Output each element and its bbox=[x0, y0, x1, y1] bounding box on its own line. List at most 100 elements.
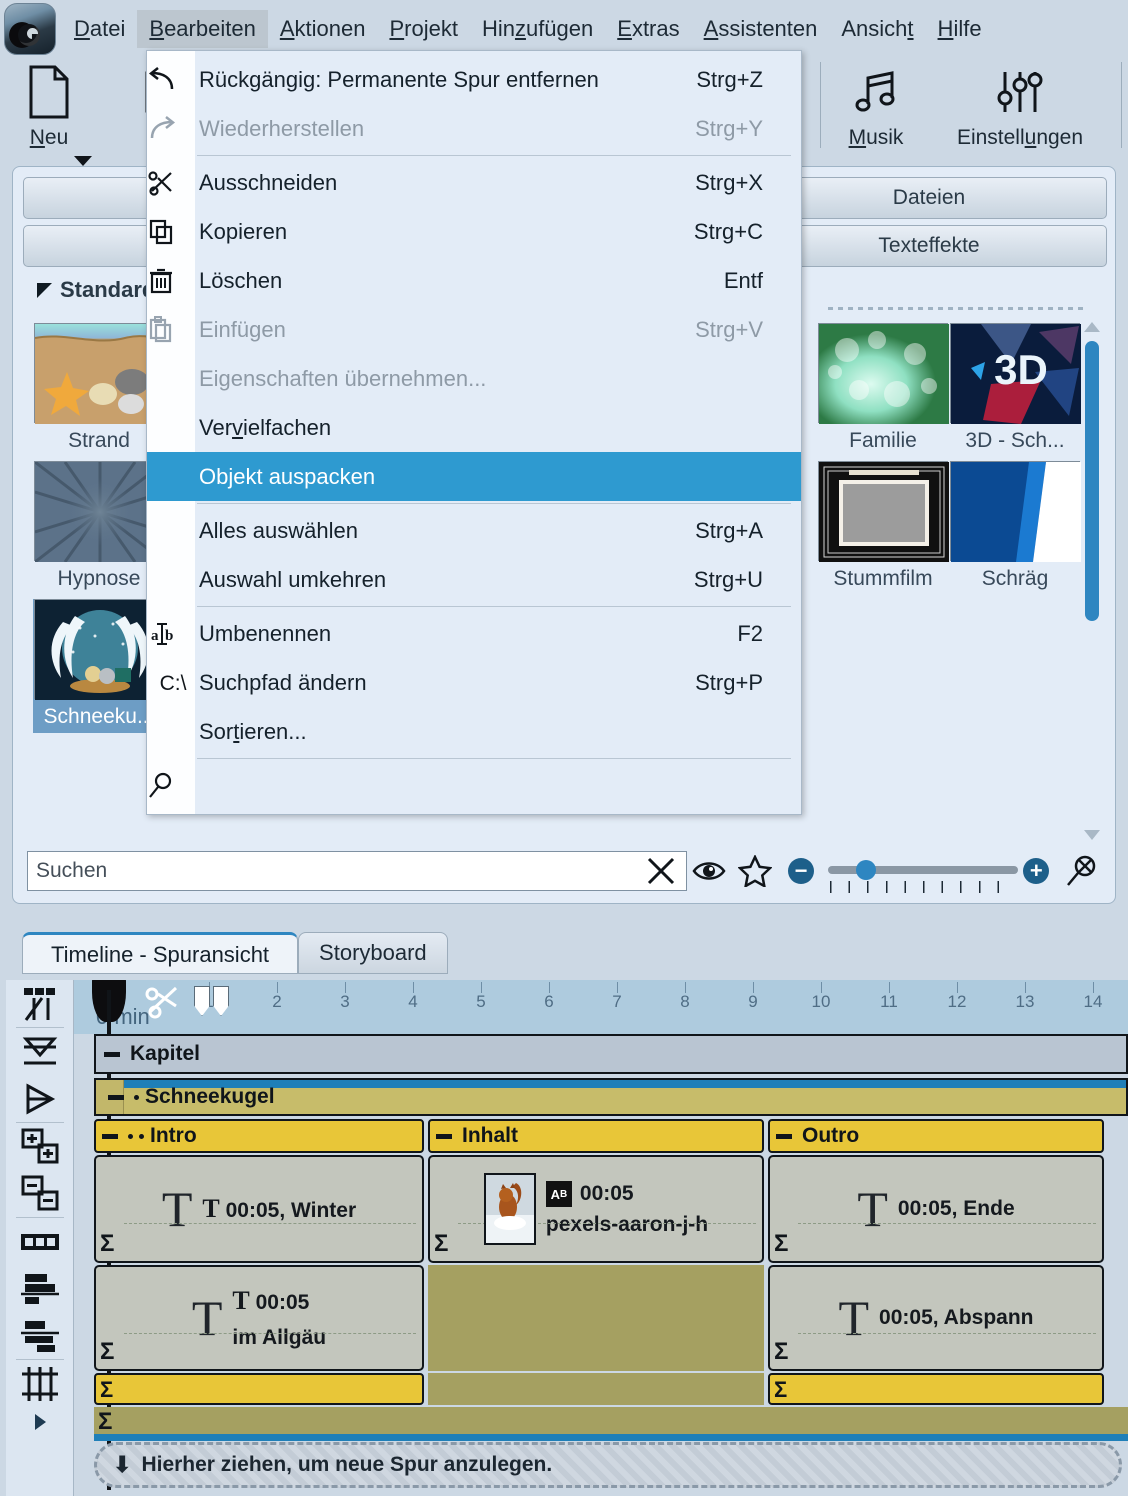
menu-assistenten-label: ssistenten bbox=[718, 16, 817, 41]
transition-outro[interactable]: Σ bbox=[768, 1373, 1104, 1405]
fade-marker-icon[interactable] bbox=[6, 1075, 74, 1122]
tab-texteffekte[interactable]: Texteffekte bbox=[751, 225, 1107, 267]
toolbar-new-button[interactable]: Neu bbox=[0, 58, 98, 154]
track-row-schneekugel[interactable]: Schneekugel bbox=[94, 1078, 1128, 1116]
search-input[interactable]: Suchen bbox=[27, 851, 687, 891]
menu-item-auswahl-umkehren[interactable]: Auswahl umkehren Strg+U bbox=[147, 555, 801, 604]
zoom-slider[interactable] bbox=[828, 851, 1009, 891]
toolbar-musik-label: Musik bbox=[849, 126, 904, 150]
magnifier-reset-icon[interactable] bbox=[1059, 851, 1105, 891]
new-track-dropzone[interactable]: ⬇ Hierher ziehen, um neue Spur anzulegen… bbox=[94, 1442, 1122, 1488]
fade-handle-icon[interactable]: Σ bbox=[100, 1377, 113, 1403]
tab-timeline-spuransicht[interactable]: Timeline - Spuransicht bbox=[22, 932, 298, 974]
menu-item-sortieren[interactable]: Sortieren... bbox=[147, 707, 801, 756]
clear-x-icon[interactable] bbox=[644, 854, 678, 888]
fade-handle-icon[interactable]: Σ bbox=[774, 1230, 788, 1258]
track-row-kapitel[interactable]: Kapitel bbox=[94, 1034, 1128, 1074]
clip-pexels-duration: 00:05 bbox=[580, 1182, 634, 1206]
fade-handle-icon[interactable]: Σ bbox=[100, 1338, 114, 1366]
eye-icon[interactable] bbox=[687, 851, 733, 891]
menu-item-wiederherstellen[interactable]: Wiederherstellen Strg+Y bbox=[147, 104, 801, 153]
clip-ende[interactable]: Σ T 00:05, Ende bbox=[768, 1155, 1104, 1263]
snap-down-icon[interactable] bbox=[6, 1028, 74, 1075]
plus-circle-icon[interactable]: + bbox=[1013, 851, 1059, 891]
clip-im-allgaeu[interactable]: Σ T T 00:05 im Allgäu bbox=[94, 1265, 424, 1371]
minus-icon[interactable] bbox=[108, 1095, 124, 1100]
mode-timeline-icon[interactable] bbox=[6, 980, 74, 1027]
track-base-row[interactable]: Σ bbox=[94, 1407, 1128, 1441]
remove-track-icon[interactable] bbox=[6, 1170, 74, 1217]
menu-item-objekt-auspacken[interactable]: Objekt auspacken bbox=[147, 452, 801, 501]
clip-winter[interactable]: Σ T T 00:05, Winter bbox=[94, 1155, 424, 1263]
menu-extras[interactable]: Extras bbox=[605, 10, 691, 48]
minus-icon[interactable] bbox=[776, 1134, 792, 1139]
grid-item-familie[interactable]: Familie bbox=[817, 323, 949, 453]
menu-assistenten[interactable]: Assistenten bbox=[692, 10, 830, 48]
minus-circle-icon[interactable]: − bbox=[778, 851, 824, 891]
menu-item-kopieren[interactable]: Kopieren Strg+C bbox=[147, 207, 801, 256]
thumbnail-hypnose bbox=[34, 461, 164, 561]
tab-storyboard[interactable]: Storyboard bbox=[298, 932, 448, 974]
timeline-ruler[interactable]: 1 2 3 4 5 6 7 8 9 10 11 12 13 14 0 min bbox=[74, 980, 1128, 1034]
align-top-icon[interactable] bbox=[6, 1265, 74, 1312]
scrollbar-down-button[interactable] bbox=[1081, 825, 1103, 845]
menu-ansicht[interactable]: Ansicht bbox=[829, 10, 925, 48]
menu-item-loeschen[interactable]: Löschen Entf bbox=[147, 256, 801, 305]
fade-handle-icon[interactable]: Σ bbox=[774, 1377, 787, 1403]
expand-arrow-icon[interactable] bbox=[6, 1407, 74, 1437]
clip-pexels[interactable]: Σ bbox=[428, 1155, 764, 1263]
menu-datei[interactable]: Datei bbox=[62, 10, 137, 48]
tab-dateien[interactable]: Dateien bbox=[751, 177, 1107, 219]
zoom-out-button[interactable]: − bbox=[788, 858, 814, 884]
menu-item-umbenennen[interactable]: ab Umbenennen F2 bbox=[147, 609, 801, 658]
grid-frame-icon[interactable] bbox=[6, 1360, 74, 1407]
menu-projekt[interactable]: Projekt bbox=[377, 10, 469, 48]
minus-icon[interactable] bbox=[104, 1052, 120, 1057]
grid-item-schraeg[interactable]: Schräg bbox=[949, 461, 1081, 591]
edit-menu-dropdown: Rückgängig: Permanente Spur entfernen St… bbox=[146, 50, 802, 815]
menu-aktionen[interactable]: Aktionen bbox=[268, 10, 378, 48]
fade-handle-icon[interactable]: Σ bbox=[774, 1338, 788, 1366]
menu-hinzufuegen[interactable]: Hinzufügen bbox=[470, 10, 605, 48]
toolbar-einstellungen-button[interactable]: Einstellungen bbox=[925, 58, 1115, 154]
minus-icon[interactable] bbox=[436, 1134, 452, 1139]
menu-hilfe[interactable]: Hilfe bbox=[926, 10, 994, 48]
grid-item-stummfilm[interactable]: Stummfilm bbox=[817, 461, 949, 591]
menu-item-eigenschaften-uebernehmen[interactable]: Eigenschaften übernehmen... bbox=[147, 354, 801, 403]
clip-abspann[interactable]: Σ T 00:05, Abspann bbox=[768, 1265, 1104, 1371]
fade-handle-icon[interactable]: Σ bbox=[98, 1408, 112, 1436]
grid-item-label: 3D - Sch... bbox=[949, 429, 1081, 453]
media-scrollbar[interactable] bbox=[1081, 317, 1103, 845]
zoom-in-button[interactable]: + bbox=[1023, 858, 1049, 884]
segment-inhalt[interactable]: Inhalt bbox=[428, 1119, 764, 1153]
thumbnail-schraeg bbox=[950, 461, 1080, 561]
star-icon[interactable] bbox=[732, 851, 778, 891]
menu-item-ausschneiden[interactable]: Ausschneiden Strg+X bbox=[147, 158, 801, 207]
slider-knob[interactable] bbox=[856, 860, 876, 880]
menu-item-suchen[interactable] bbox=[147, 761, 801, 810]
filmstrip-icon[interactable] bbox=[6, 1218, 74, 1265]
segment-intro[interactable]: Intro bbox=[94, 1119, 424, 1153]
grid-item-3d-schnitt[interactable]: 3D 3D - Sch... bbox=[949, 323, 1081, 453]
ruler-tick-label: 10 bbox=[812, 992, 831, 1012]
toolbar-musik-button[interactable]: Musik bbox=[827, 58, 925, 154]
thumbnail-stummfilm bbox=[818, 461, 948, 561]
align-bottom-icon[interactable] bbox=[6, 1312, 74, 1359]
scrollbar-thumb[interactable] bbox=[1085, 341, 1099, 621]
fade-handle-icon[interactable]: Σ bbox=[100, 1230, 114, 1258]
menu-bearbeiten[interactable]: Bearbeiten bbox=[137, 10, 267, 48]
transition-intro[interactable]: Σ bbox=[94, 1373, 424, 1405]
menu-item-einfuegen[interactable]: Einfügen Strg+V bbox=[147, 305, 801, 354]
menu-item-rueckgaengig[interactable]: Rückgängig: Permanente Spur entfernen St… bbox=[147, 55, 801, 104]
fade-handle-icon[interactable]: Σ bbox=[434, 1230, 448, 1258]
category-header[interactable]: Standard bbox=[37, 277, 155, 303]
menu-item-vervielfachen[interactable]: Vervielfachen bbox=[147, 403, 801, 452]
minus-icon[interactable] bbox=[102, 1134, 118, 1139]
add-track-icon[interactable] bbox=[6, 1123, 74, 1170]
segment-outro[interactable]: Outro bbox=[768, 1119, 1104, 1153]
menu-item-alles-auswaehlen[interactable]: Alles auswählen Strg+A bbox=[147, 506, 801, 555]
menu-item-suchpfad-aendern[interactable]: C:\ Suchpfad ändern Strg+P bbox=[147, 658, 801, 707]
range-marker-icon[interactable] bbox=[194, 986, 229, 1016]
scrollbar-up-button[interactable] bbox=[1081, 317, 1103, 337]
scissors-icon[interactable] bbox=[142, 982, 186, 1022]
